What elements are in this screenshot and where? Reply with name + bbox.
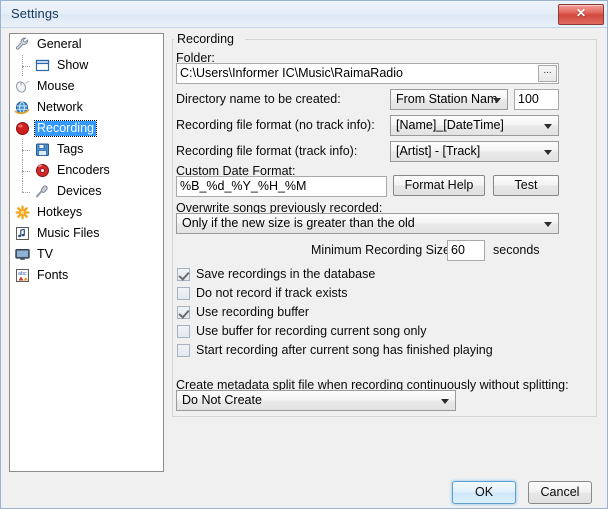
overwrite-select[interactable]: Only if the new size is greater than the… <box>176 213 559 234</box>
checkbox-icon <box>177 343 190 357</box>
sidebar-item-tv[interactable]: TV <box>10 244 163 265</box>
sidebar-item-hotkeys[interactable]: Hotkeys <box>10 202 163 223</box>
sidebar-item-network[interactable]: Network <box>10 97 163 118</box>
directory-name-select[interactable]: From Station Nam <box>390 89 508 110</box>
format-track-label: Recording file format (track info): <box>176 144 358 158</box>
settings-dialog: Settings ✕ General Show Mouse Network Re… <box>0 0 608 509</box>
checkbox-buffer-current-song-only[interactable]: Use buffer for recording current song on… <box>177 324 426 338</box>
window-title: Settings <box>11 6 59 21</box>
sidebar-item-label: Recording <box>34 120 97 137</box>
disc-icon <box>34 162 51 179</box>
minimum-size-label: Minimum Recording Size: <box>311 243 454 257</box>
wrench-icon <box>14 36 31 53</box>
sidebar-item-label: Devices <box>57 184 102 198</box>
sidebar-item-label: Tags <box>57 142 84 156</box>
custom-date-input[interactable]: %B_%d_%Y_%H_%M <box>176 176 387 197</box>
mouse-icon <box>14 78 31 95</box>
chevron-down-icon <box>544 150 552 155</box>
sidebar-item-label: Music Files <box>37 226 100 240</box>
music-note-icon <box>14 225 31 242</box>
directory-name-label: Directory name to be created: <box>176 92 341 106</box>
sidebar-item-label: Encoders <box>57 163 110 177</box>
group-border-right <box>245 39 597 40</box>
sidebar-item-music-files[interactable]: Music Files <box>10 223 163 244</box>
checkbox-do-not-record-if-exists[interactable]: Do not record if track exists <box>177 286 347 300</box>
checkbox-label: Save recordings in the database <box>196 267 376 281</box>
metadata-split-value: Do Not Create <box>182 393 262 407</box>
checkbox-label: Use recording buffer <box>196 305 310 319</box>
format-no-track-label: Recording file format (no track info): <box>176 118 375 132</box>
sidebar-item-label: TV <box>37 247 53 261</box>
format-help-button[interactable]: Format Help <box>393 175 485 196</box>
sidebar-item-general[interactable]: General <box>10 34 163 55</box>
folder-input[interactable]: C:\Users\Informer IC\Music\RaimaRadio <box>176 63 559 84</box>
sidebar-item-devices[interactable]: Devices <box>10 181 163 202</box>
chevron-down-icon <box>544 222 552 227</box>
sidebar-item-tags[interactable]: Tags <box>10 139 163 160</box>
sidebar-item-mouse[interactable]: Mouse <box>10 76 163 97</box>
format-track-select[interactable]: [Artist] - [Track] <box>390 141 559 162</box>
checkbox-use-recording-buffer[interactable]: Use recording buffer <box>177 305 309 319</box>
microphone-icon <box>34 183 51 200</box>
browse-button[interactable]: ... <box>538 65 557 82</box>
sidebar-item-fonts[interactable]: abc Fonts <box>10 265 163 286</box>
directory-count-input[interactable]: 100 <box>514 89 559 110</box>
chevron-down-icon <box>441 399 449 404</box>
monitor-icon <box>14 246 31 263</box>
sidebar-item-label: Mouse <box>37 79 75 93</box>
svg-text:abc: abc <box>18 271 27 277</box>
checkbox-icon <box>177 305 190 319</box>
overwrite-value: Only if the new size is greater than the… <box>182 216 415 230</box>
sidebar-item-label: General <box>37 37 82 51</box>
sidebar-item-recording[interactable]: Recording <box>10 118 163 139</box>
sidebar-item-label: Network <box>37 100 83 114</box>
checkbox-label: Do not record if track exists <box>196 286 348 300</box>
network-globe-icon <box>14 99 31 116</box>
cancel-button[interactable]: Cancel <box>528 481 592 504</box>
checkbox-icon <box>177 324 190 338</box>
save-disk-icon <box>34 141 51 158</box>
record-circle-icon <box>14 120 31 137</box>
directory-name-value: From Station Nam <box>396 92 498 106</box>
minimum-size-input[interactable]: 60 <box>447 240 485 261</box>
window-icon <box>34 57 51 74</box>
group-title: Recording <box>174 32 237 46</box>
settings-tree[interactable]: General Show Mouse Network Recording Tag… <box>9 33 164 472</box>
chevron-down-icon <box>493 98 501 103</box>
sidebar-item-encoders[interactable]: Encoders <box>10 160 163 181</box>
minimum-size-unit: seconds <box>493 243 540 257</box>
checkbox-save-recordings[interactable]: Save recordings in the database <box>177 267 375 281</box>
format-track-value: [Artist] - [Track] <box>396 144 481 158</box>
ok-button[interactable]: OK <box>452 481 516 504</box>
sidebar-item-label: Show <box>57 58 89 72</box>
close-button[interactable]: ✕ <box>558 4 604 25</box>
format-no-track-value: [Name]_[DateTime] <box>396 118 504 132</box>
checkbox-icon <box>177 267 190 281</box>
sidebar-item-label: Hotkeys <box>37 205 83 219</box>
asterisk-icon <box>14 204 31 221</box>
title-bar: Settings ✕ <box>1 1 607 28</box>
format-no-track-select[interactable]: [Name]_[DateTime] <box>390 115 559 136</box>
font-abc-icon: abc <box>14 267 31 284</box>
metadata-split-select[interactable]: Do Not Create <box>176 390 456 411</box>
sidebar-item-show[interactable]: Show <box>10 55 163 76</box>
chevron-down-icon <box>544 124 552 129</box>
close-icon: ✕ <box>575 6 587 20</box>
checkbox-label: Use buffer for recording current song on… <box>196 324 427 338</box>
sidebar-item-label: Fonts <box>37 268 69 282</box>
checkbox-start-after-current-song[interactable]: Start recording after current song has f… <box>177 343 493 357</box>
test-button[interactable]: Test <box>493 175 559 196</box>
checkbox-label: Start recording after current song has f… <box>196 343 493 357</box>
checkbox-icon <box>177 286 190 300</box>
